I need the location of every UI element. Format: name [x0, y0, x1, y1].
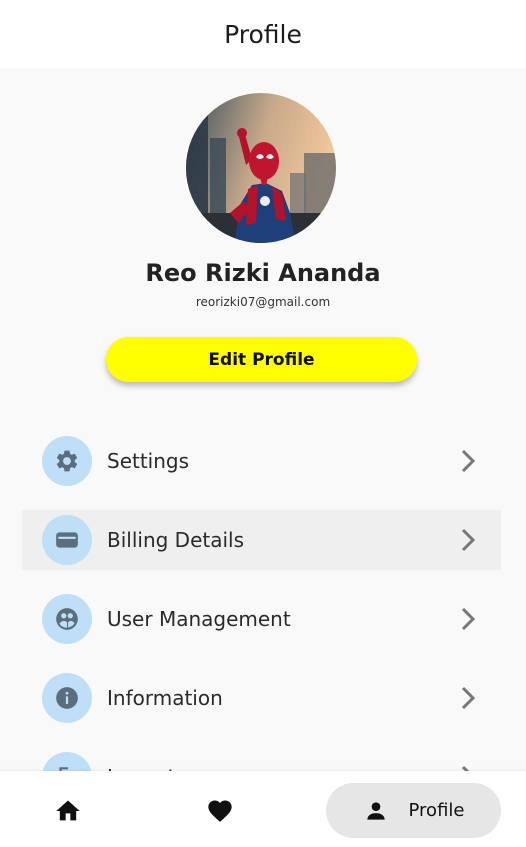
edit-profile-button[interactable]: Edit Profile — [106, 337, 417, 382]
nav-home[interactable] — [42, 783, 94, 838]
menu-item-logout[interactable]: Logout — [22, 747, 501, 771]
chevron-right-icon — [461, 765, 470, 771]
logout-icon — [42, 752, 92, 771]
home-icon — [56, 800, 80, 820]
menu-item-user-management[interactable]: User Management — [22, 589, 501, 649]
menu-item-label: Billing Details — [107, 528, 245, 552]
nav-favorites[interactable] — [194, 783, 246, 838]
avatar[interactable] — [186, 93, 336, 243]
menu-item-label: Logout — [107, 747, 175, 771]
app-bar: Profile — [0, 0, 526, 68]
menu-item-information[interactable]: Information — [22, 668, 501, 728]
bottom-navigation: Profile — [0, 771, 526, 847]
menu-item-label: Information — [107, 686, 223, 710]
user-name: Reo Rizki Ananda — [145, 259, 381, 287]
menu-item-settings[interactable]: Settings — [22, 431, 501, 491]
menu-item-label: Settings — [107, 449, 190, 473]
nav-profile[interactable]: Profile — [326, 783, 501, 838]
profile-content[interactable]: Reo Rizki Ananda reorizki07@gmail.com Ed… — [0, 68, 526, 771]
info-icon — [42, 673, 92, 723]
person-icon — [366, 801, 385, 820]
wallet-icon — [42, 515, 92, 565]
avatar-image — [186, 93, 336, 243]
gear-icon — [42, 436, 92, 486]
chevron-right-icon — [461, 607, 476, 631]
nav-profile-label: Profile — [408, 800, 465, 821]
user-email: reorizki07@gmail.com — [195, 295, 331, 309]
chevron-right-icon — [461, 449, 476, 473]
heart-icon — [208, 800, 232, 822]
menu-item-billing-details[interactable]: Billing Details — [22, 510, 501, 570]
user-management-icon — [42, 594, 92, 644]
menu-item-label: User Management — [107, 607, 291, 631]
chevron-right-icon — [461, 528, 476, 552]
chevron-right-icon — [461, 686, 476, 710]
page-title: Profile — [224, 19, 302, 49]
